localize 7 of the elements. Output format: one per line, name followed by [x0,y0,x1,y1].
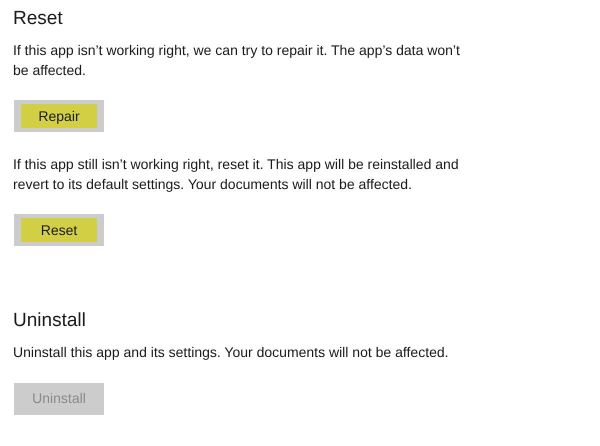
description-text: If this app isn’t working right, we can try to repair it. The app’s data won’t be affected. [13,41,461,80]
section-heading: Uninstall [13,309,87,333]
action-button[interactable]: Reset [14,214,104,246]
description-text: Uninstall this app and its settings. Your documents will not be affected. [13,343,450,362]
description-text: If this app still isn’t working right, reset it. This app will be reinstalled and revert to its default settings. Your documents will not be affected. [13,155,460,194]
action-button[interactable]: Repair [14,100,104,132]
section-heading: Reset [13,7,64,31]
